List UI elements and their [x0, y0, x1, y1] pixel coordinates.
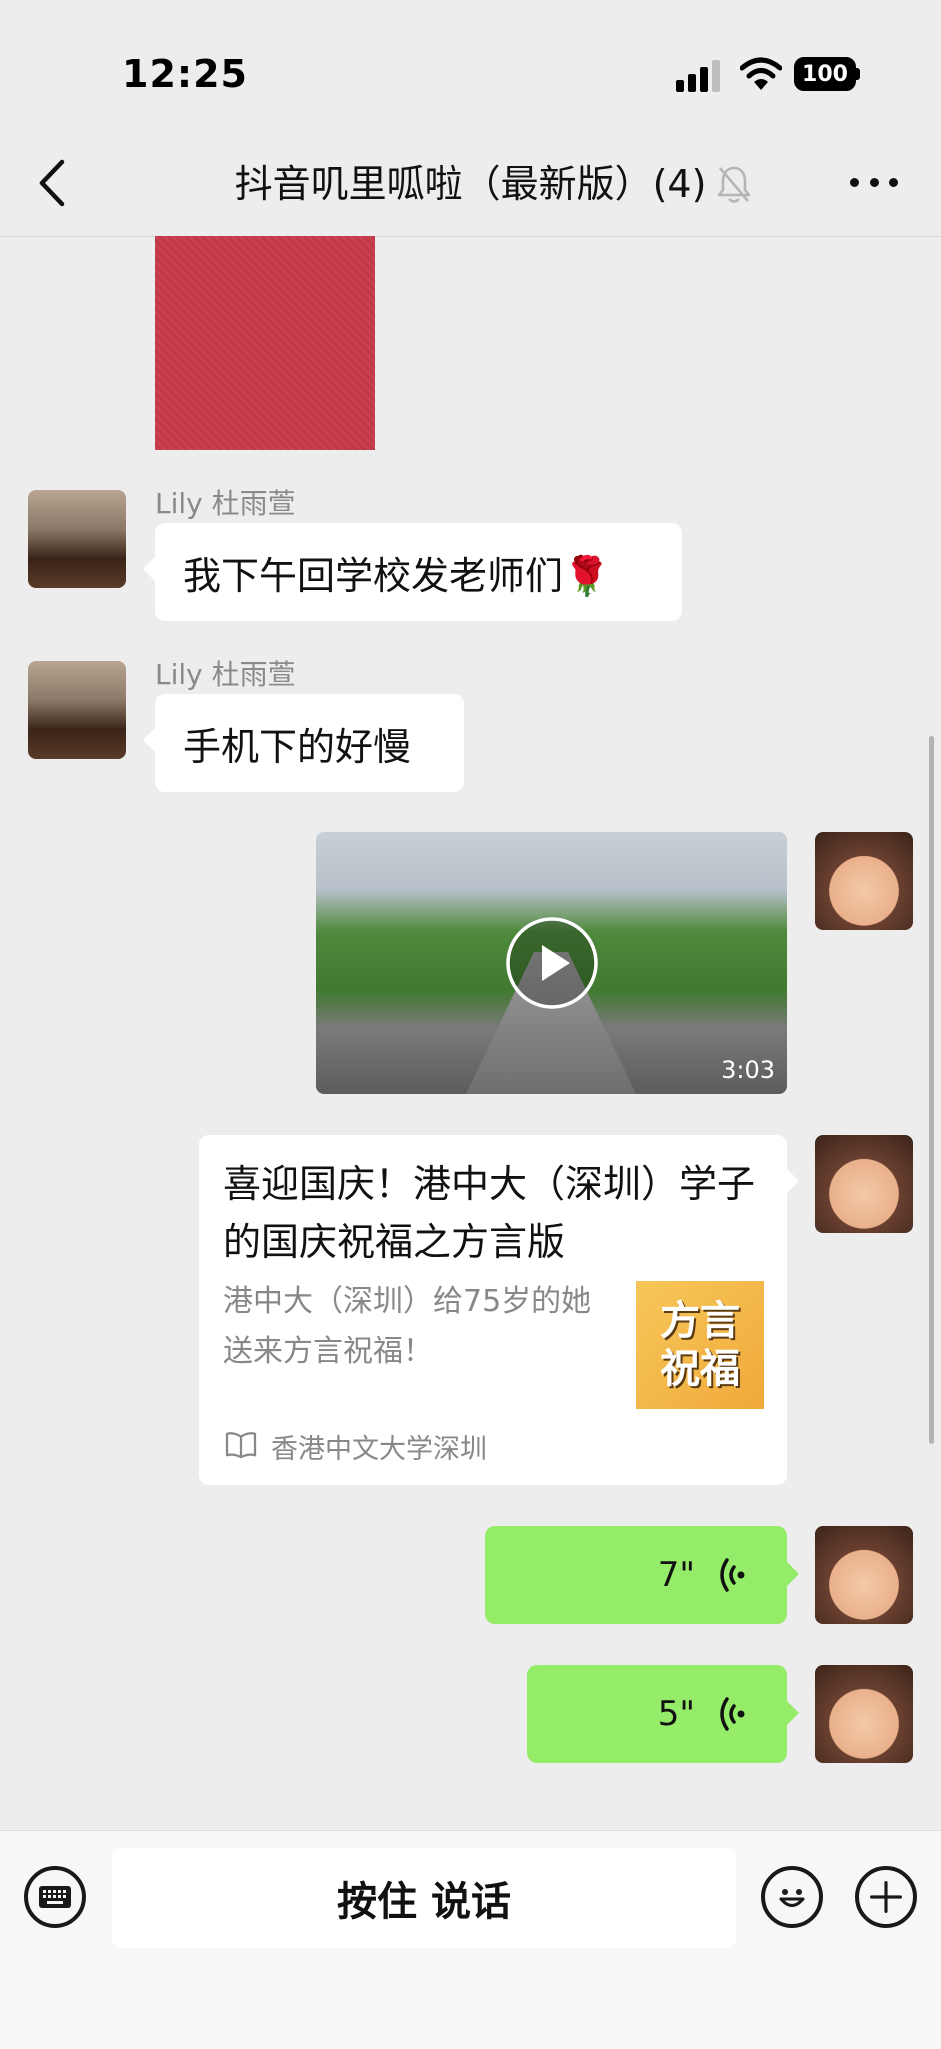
avatar[interactable] [815, 1526, 913, 1624]
text-message-bubble[interactable]: 我下午回学校发老师们🌹 [143, 523, 682, 621]
article-title: 喜迎国庆！港中大（深圳）学子的国庆祝福之方言版 [223, 1162, 756, 1264]
voice-message[interactable]: 5" [527, 1665, 799, 1763]
video-duration: 3:03 [721, 1056, 775, 1084]
mute-bell-icon [717, 166, 751, 203]
avatar[interactable] [815, 832, 913, 930]
scrollbar[interactable] [929, 736, 934, 1444]
keyboard-glyph [39, 1886, 71, 1908]
avatar[interactable] [28, 490, 126, 588]
text-message-bubble[interactable]: 手机下的好慢 [143, 694, 464, 792]
book-icon [225, 1432, 257, 1459]
sender-name: Lily 杜雨萱 [155, 658, 296, 691]
voice-wave-icon [720, 1697, 745, 1731]
keyboard-icon[interactable] [24, 1866, 86, 1928]
signal-icon [676, 60, 720, 92]
emoji-icon[interactable] [761, 1866, 823, 1928]
chat-title: 抖音叽里呱啦（最新版）(4) [234, 162, 707, 206]
avatar[interactable] [28, 661, 126, 759]
hold-to-talk-button[interactable]: 按住 说话 [112, 1848, 736, 1948]
article-thumbnail: 方言祝福 [636, 1281, 764, 1409]
avatar[interactable] [815, 1665, 913, 1763]
emoji-glyph [779, 1889, 805, 1907]
voice-wave-icon [720, 1558, 745, 1592]
video-message[interactable]: 3:03 [316, 832, 787, 1094]
article-card[interactable]: 喜迎国庆！港中大（深圳）学子的国庆祝福之方言版 港中大（深圳）给75岁的她送来方… [199, 1135, 799, 1485]
sender-name: Lily 杜雨萱 [155, 487, 296, 520]
voice-duration: 7" [657, 1555, 695, 1595]
battery-tip [856, 68, 860, 80]
message-text: 我下午回学校发老师们🌹 [183, 554, 611, 598]
status-time: 12:25 [122, 52, 248, 96]
avatar[interactable] [815, 1135, 913, 1233]
message-text: 手机下的好慢 [183, 725, 412, 769]
article-thumbnail-text: 方言祝福 [660, 1298, 740, 1392]
play-icon[interactable] [504, 915, 600, 1011]
voice-message[interactable]: 7" [485, 1526, 799, 1624]
voice-duration: 5" [657, 1694, 695, 1734]
image-message[interactable] [155, 236, 375, 450]
plus-glyph [870, 1881, 902, 1913]
plus-icon[interactable] [855, 1866, 917, 1928]
wifi-icon [740, 57, 782, 90]
article-description: 港中大（深圳）给75岁的她送来方言祝福！ [223, 1284, 592, 1369]
article-source: 香港中文大学深圳 [271, 1434, 487, 1465]
battery-indicator: 100 [794, 57, 856, 91]
more-icon[interactable] [850, 170, 898, 194]
